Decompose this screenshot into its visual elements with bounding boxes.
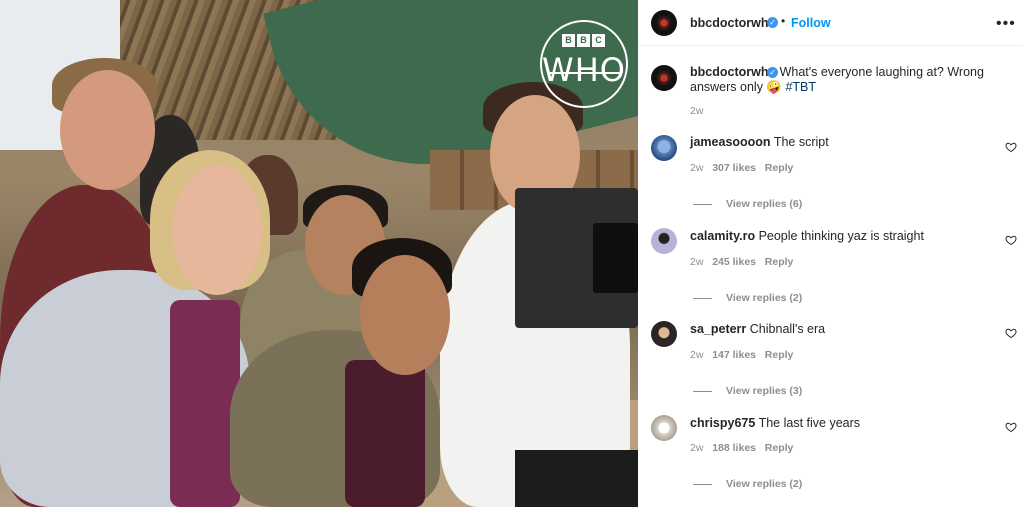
view-replies-button[interactable]: View replies (3) — [693, 385, 802, 397]
comment-likes[interactable]: 188 likes — [712, 442, 756, 454]
comment-timestamp: 2w — [690, 442, 704, 454]
post-side-panel: bbcdoctorwho ✓ • Follow ••• bbcdoctorwho… — [638, 0, 1023, 507]
comment-avatar[interactable] — [651, 135, 677, 161]
caption-verified-badge-icon: ✓ — [767, 67, 778, 78]
comment: calamity.ro People thinking yaz is strai… — [690, 229, 924, 244]
separator-dot: • — [781, 14, 786, 28]
comment-timestamp: 2w — [690, 162, 704, 174]
like-heart-icon[interactable] — [1005, 421, 1017, 433]
comment-text: Chibnall's era — [749, 322, 826, 336]
comment: chrispy675 The last five years — [690, 416, 860, 431]
verified-badge-icon: ✓ — [767, 17, 778, 28]
like-heart-icon[interactable] — [1005, 141, 1017, 153]
author-avatar[interactable] — [651, 10, 677, 36]
comment-likes[interactable]: 147 likes — [712, 349, 756, 361]
author-username[interactable]: bbcdoctorwho — [690, 16, 776, 30]
comment-username[interactable]: sa_peterr — [690, 322, 746, 336]
comment-meta: 2w 147 likes Reply — [690, 349, 793, 361]
comment-username[interactable]: calamity.ro — [690, 229, 755, 243]
post-image[interactable]: B B C WHO — [0, 0, 638, 507]
comment-avatar[interactable] — [651, 321, 677, 347]
film-camera — [515, 188, 638, 328]
comment: jameasoooon The script — [690, 135, 829, 150]
comment-meta: 2w 188 likes Reply — [690, 442, 793, 454]
comment-username[interactable]: chrispy675 — [690, 416, 755, 430]
comment-meta: 2w 307 likes Reply — [690, 162, 793, 174]
view-replies-button[interactable]: View replies (2) — [693, 478, 802, 490]
like-heart-icon[interactable] — [1005, 234, 1017, 246]
reply-button[interactable]: Reply — [765, 349, 794, 361]
comment-text: People thinking yaz is straight — [758, 229, 924, 243]
comment-text: The script — [773, 135, 829, 149]
comment-timestamp: 2w — [690, 349, 704, 361]
comment-likes[interactable]: 307 likes — [712, 162, 756, 174]
view-replies-button[interactable]: View replies (2) — [693, 292, 802, 304]
reply-button[interactable]: Reply — [765, 442, 794, 454]
comment-avatar[interactable] — [651, 415, 677, 441]
comment-likes[interactable]: 245 likes — [712, 256, 756, 268]
caption: bbcdoctorwho What's everyone laughing at… — [690, 65, 1020, 95]
follow-button[interactable]: Follow — [791, 16, 831, 30]
comment-username[interactable]: jameasoooon — [690, 135, 771, 149]
reply-button[interactable]: Reply — [765, 162, 794, 174]
like-heart-icon[interactable] — [1005, 327, 1017, 339]
post-header: bbcdoctorwho ✓ • Follow ••• — [638, 0, 1023, 46]
comment-meta: 2w 245 likes Reply — [690, 256, 793, 268]
caption-author-avatar[interactable] — [651, 65, 677, 91]
reply-button[interactable]: Reply — [765, 256, 794, 268]
comment-avatar[interactable] — [651, 228, 677, 254]
caption-username[interactable]: bbcdoctorwho — [690, 65, 776, 79]
bbc-who-logo: B B C WHO — [540, 20, 628, 108]
view-replies-button[interactable]: View replies (6) — [693, 198, 802, 210]
more-options-icon[interactable]: ••• — [996, 16, 1016, 32]
comment-timestamp: 2w — [690, 256, 704, 268]
comment-text: The last five years — [758, 416, 861, 430]
hashtag-link[interactable]: #TBT — [785, 80, 816, 94]
comment: sa_peterr Chibnall's era — [690, 322, 825, 337]
caption-timestamp: 2w — [690, 105, 704, 117]
